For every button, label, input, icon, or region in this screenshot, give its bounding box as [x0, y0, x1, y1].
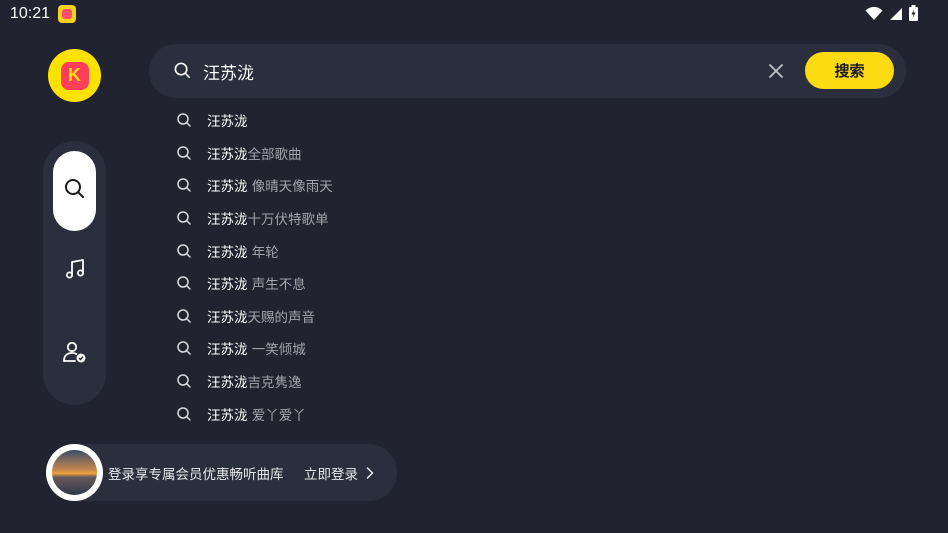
suggestion-detail: 爱丫爱丫	[247, 407, 306, 424]
suggestion-item[interactable]: 汪苏泷 全部歌曲	[174, 137, 674, 170]
search-icon	[176, 338, 196, 358]
suggestion-item[interactable]: 汪苏泷 十万伏特歌单	[174, 202, 674, 235]
suggestion-detail: 一笑倾城	[247, 342, 306, 359]
suggestion-item[interactable]: 汪苏泷	[174, 104, 674, 137]
suggestion-keyword: 汪苏泷	[207, 244, 248, 261]
suggestion-detail: 像晴天像雨天	[247, 179, 333, 196]
app-notification-icon	[58, 5, 76, 23]
suggestion-item[interactable]: 汪苏泷 爱丫爱丫	[174, 397, 674, 430]
suggestion-keyword: 汪苏泷	[207, 114, 248, 131]
sidebar-item-music[interactable]	[53, 231, 96, 311]
music-note-icon	[63, 257, 87, 285]
user-settings-icon	[62, 340, 88, 368]
suggestion-keyword: 汪苏泷	[207, 277, 248, 294]
suggestion-detail: 天赐的声音	[247, 309, 316, 326]
suggestion-detail: 全部歌曲	[247, 146, 302, 163]
search-icon	[176, 371, 196, 391]
suggestion-item[interactable]: 汪苏泷 年轮	[174, 234, 674, 267]
search-input[interactable]	[203, 58, 743, 84]
suggestion-item[interactable]: 汪苏泷 像晴天像雨天	[174, 169, 674, 202]
search-icon	[176, 208, 196, 228]
search-icon	[173, 61, 192, 84]
suggestion-detail: 声生不息	[247, 277, 306, 294]
suggestion-list: 汪苏泷 汪苏泷 全部歌曲 汪苏泷 像晴天像雨天 汪苏泷 十万伏特歌单 汪苏泷 年轮 …	[174, 104, 674, 430]
signal-icon	[889, 6, 903, 25]
suggestion-keyword: 汪苏泷	[207, 375, 248, 392]
avatar-image	[52, 450, 97, 495]
app-logo: K	[48, 49, 101, 102]
login-promo-text: 登录享专属会员优惠畅听曲库	[108, 467, 284, 483]
suggestion-keyword: 汪苏泷	[207, 146, 248, 163]
chevron-right-icon	[366, 467, 374, 479]
sidebar-item-search[interactable]	[53, 151, 96, 231]
suggestion-detail: 十万伏特歌单	[247, 212, 329, 229]
logo-k-icon: K	[60, 61, 89, 90]
login-banner[interactable]: 登录享专属会员优惠畅听曲库 立即登录	[46, 444, 397, 501]
login-now-label: 立即登录	[304, 467, 358, 483]
suggestion-item[interactable]: 汪苏泷 一笑倾城	[174, 332, 674, 365]
close-icon	[769, 64, 783, 78]
suggestion-item[interactable]: 汪苏泷 吉克隽逸	[174, 365, 674, 398]
status-time: 10:21	[10, 5, 51, 22]
search-icon	[176, 404, 196, 424]
search-icon	[176, 110, 196, 130]
clear-search-button[interactable]	[765, 60, 787, 82]
search-icon	[176, 175, 196, 195]
battery-icon	[909, 5, 918, 25]
wifi-icon	[865, 6, 883, 25]
suggestion-keyword: 汪苏泷	[207, 309, 248, 326]
suggestion-detail: 年轮	[247, 244, 279, 261]
avatar[interactable]	[46, 444, 103, 501]
search-icon	[176, 241, 196, 261]
search-icon	[176, 306, 196, 326]
status-icons	[865, 5, 918, 25]
suggestion-keyword: 汪苏泷	[207, 179, 248, 196]
search-button[interactable]: 搜索	[805, 52, 894, 89]
suggestion-detail: 吉克隽逸	[247, 375, 302, 392]
suggestion-item[interactable]: 汪苏泷 天赐的声音	[174, 300, 674, 333]
login-now-button[interactable]: 立即登录	[304, 463, 374, 483]
suggestion-keyword: 汪苏泷	[207, 212, 248, 229]
suggestion-item[interactable]: 汪苏泷 声生不息	[174, 267, 674, 300]
search-icon	[176, 143, 196, 163]
status-bar: 10:21	[0, 0, 948, 30]
search-bar: 搜索	[149, 44, 906, 98]
suggestion-keyword: 汪苏泷	[207, 407, 248, 424]
search-icon	[63, 177, 87, 205]
sidebar-item-account[interactable]	[53, 314, 96, 394]
sidebar	[43, 141, 106, 405]
suggestion-keyword: 汪苏泷	[207, 342, 248, 359]
search-icon	[176, 273, 196, 293]
